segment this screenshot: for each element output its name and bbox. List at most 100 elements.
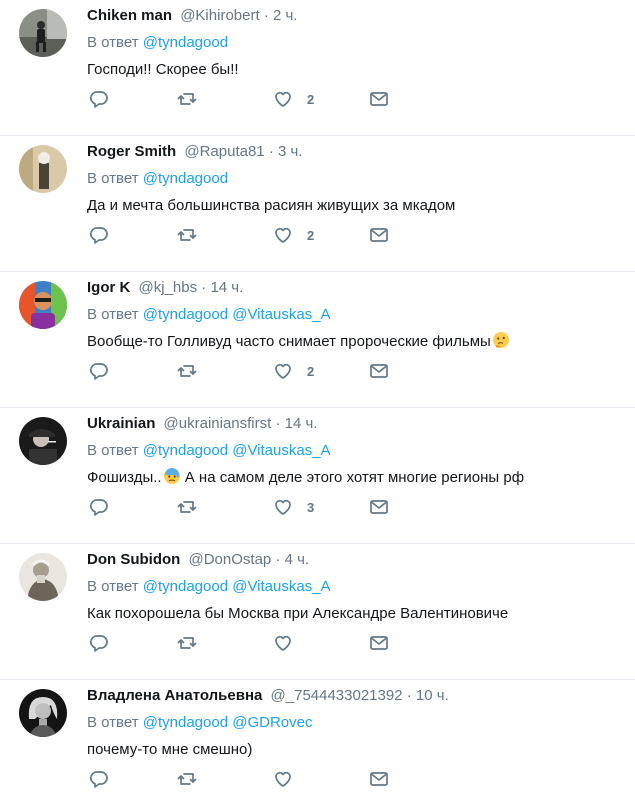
timestamp[interactable]: 4 ч. <box>285 551 310 568</box>
photo-woman-bw-icon <box>19 689 67 737</box>
reply-context: В ответ @tyndagood <box>87 33 625 53</box>
avatar[interactable] <box>19 9 67 57</box>
retweet-button[interactable] <box>177 89 197 109</box>
heart-icon <box>275 635 291 651</box>
retweet-button[interactable] <box>177 361 197 381</box>
reply-icon <box>90 635 108 652</box>
author-handle[interactable]: @_7544433021392 <box>271 687 403 704</box>
heart-icon <box>275 771 291 787</box>
like-count: 3 <box>307 499 315 515</box>
avatar[interactable] <box>19 417 67 465</box>
anxious-face-icon <box>163 468 180 484</box>
reply-button[interactable] <box>89 769 109 789</box>
tweet-text-content: Вообще-то Голливуд часто снимает пророче… <box>87 333 491 350</box>
retweet-icon <box>177 93 197 105</box>
retweet-button[interactable] <box>177 633 197 653</box>
mention-link[interactable]: @GDRovec <box>232 714 312 731</box>
mention-link[interactable]: @Vitauskas_A <box>232 306 330 323</box>
retweet-button[interactable] <box>177 497 197 517</box>
tweet[interactable]: Ukrainian @ukrainiansfirst · 14 ч. В отв… <box>0 408 635 544</box>
like-button[interactable]: 2 <box>273 361 314 381</box>
reply-prefix: В ответ <box>87 34 139 51</box>
like-button[interactable] <box>273 769 307 789</box>
author-name[interactable]: Владлена Анатольевна <box>87 687 262 704</box>
tweet[interactable]: Roger Smith @Raputa81 · 3 ч. В ответ @ty… <box>0 136 635 272</box>
like-button[interactable]: 3 <box>273 497 314 517</box>
author-name[interactable]: Ukrainian <box>87 415 155 432</box>
tweet-text: почему-то мне смешно) <box>87 739 625 761</box>
like-count: 2 <box>307 227 315 243</box>
tweet[interactable]: Don Subidon @DonOstap · 4 ч. В ответ @ty… <box>0 544 635 680</box>
timestamp[interactable]: 14 ч. <box>285 415 318 432</box>
reply-button[interactable] <box>89 361 109 381</box>
timestamp[interactable]: 3 ч. <box>278 143 303 160</box>
reply-context: В ответ @tyndagood @Vitauskas_A <box>87 577 625 597</box>
tweet-text-content: Как похорошела бы Москва при Александре … <box>87 605 509 622</box>
dm-button[interactable] <box>369 633 389 653</box>
mention-link[interactable]: @tyndagood <box>143 578 228 595</box>
tweet[interactable]: Igor K @kj_hbs · 14 ч. В ответ @tyndagoo… <box>0 272 635 408</box>
dm-button[interactable] <box>369 361 389 381</box>
like-count: 2 <box>307 363 315 379</box>
retweet-button[interactable] <box>177 769 197 789</box>
tweet[interactable]: Chiken man @Kihirobert · 2 ч. В ответ @t… <box>0 0 635 136</box>
reply-icon <box>90 499 108 516</box>
author-handle[interactable]: @Kihirobert <box>180 7 259 24</box>
like-button[interactable]: 2 <box>273 89 314 109</box>
mention-link[interactable]: @tyndagood <box>143 170 228 187</box>
tweet[interactable]: Владлена Анатольевна @_7544433021392 · 1… <box>0 680 635 803</box>
mention-link[interactable]: @tyndagood <box>143 714 228 731</box>
reply-button[interactable] <box>89 225 109 245</box>
reply-context: В ответ @tyndagood @GDRovec <box>87 713 625 733</box>
like-button[interactable]: 2 <box>273 225 314 245</box>
tweet-text-content: А на самом деле этого хотят многие регио… <box>184 469 525 486</box>
tweet-text-content: Господи!! Скорее бы!! <box>87 61 239 78</box>
heart-icon <box>275 499 291 515</box>
envelope-icon <box>370 500 388 514</box>
reply-button[interactable] <box>89 633 109 653</box>
separator-dot: · <box>406 687 412 704</box>
author-name[interactable]: Chiken man <box>87 7 172 24</box>
author-name[interactable]: Roger Smith <box>87 143 176 160</box>
timestamp[interactable]: 2 ч. <box>273 7 298 24</box>
reply-button[interactable] <box>89 497 109 517</box>
photo-man-cap-icon <box>19 417 67 465</box>
like-button[interactable] <box>273 633 307 653</box>
dm-button[interactable] <box>369 225 389 245</box>
avatar[interactable] <box>19 553 67 601</box>
action-bar: 2 <box>87 89 389 109</box>
author-handle[interactable]: @ukrainiansfirst <box>164 415 272 432</box>
timestamp[interactable]: 10 ч. <box>416 687 449 704</box>
reply-context: В ответ @tyndagood <box>87 169 625 189</box>
dm-button[interactable] <box>369 769 389 789</box>
author-name[interactable]: Don Subidon <box>87 551 180 568</box>
retweet-icon <box>177 637 197 649</box>
author-name[interactable]: Igor K <box>87 279 130 296</box>
author-handle[interactable]: @Raputa81 <box>184 143 264 160</box>
mention-link[interactable]: @Vitauskas_A <box>232 578 330 595</box>
avatar[interactable] <box>19 145 67 193</box>
mention-link[interactable]: @tyndagood <box>143 442 228 459</box>
photo-colorful-person-icon <box>19 281 67 329</box>
reply-icon <box>90 91 108 108</box>
tweet-text-content: Да и мечта большинства расиян живущих за… <box>87 197 456 214</box>
avatar[interactable] <box>19 689 67 737</box>
tweet-text: Вообще-то Голливуд часто снимает пророче… <box>87 331 625 353</box>
dm-button[interactable] <box>369 497 389 517</box>
tweet-text: Господи!! Скорее бы!! <box>87 59 625 81</box>
author-handle[interactable]: @DonOstap <box>188 551 271 568</box>
separator-dot: · <box>268 143 274 160</box>
reply-prefix: В ответ <box>87 442 139 459</box>
heart-icon <box>275 91 291 107</box>
timestamp[interactable]: 14 ч. <box>210 279 243 296</box>
retweet-button[interactable] <box>177 225 197 245</box>
dm-button[interactable] <box>369 89 389 109</box>
avatar[interactable] <box>19 281 67 329</box>
reply-button[interactable] <box>89 89 109 109</box>
author-handle[interactable]: @kj_hbs <box>139 279 198 296</box>
mention-link[interactable]: @tyndagood <box>143 306 228 323</box>
photo-person-icon <box>19 9 67 57</box>
mention-link[interactable]: @tyndagood <box>143 34 228 51</box>
envelope-icon <box>370 228 388 242</box>
mention-link[interactable]: @Vitauskas_A <box>232 442 330 459</box>
